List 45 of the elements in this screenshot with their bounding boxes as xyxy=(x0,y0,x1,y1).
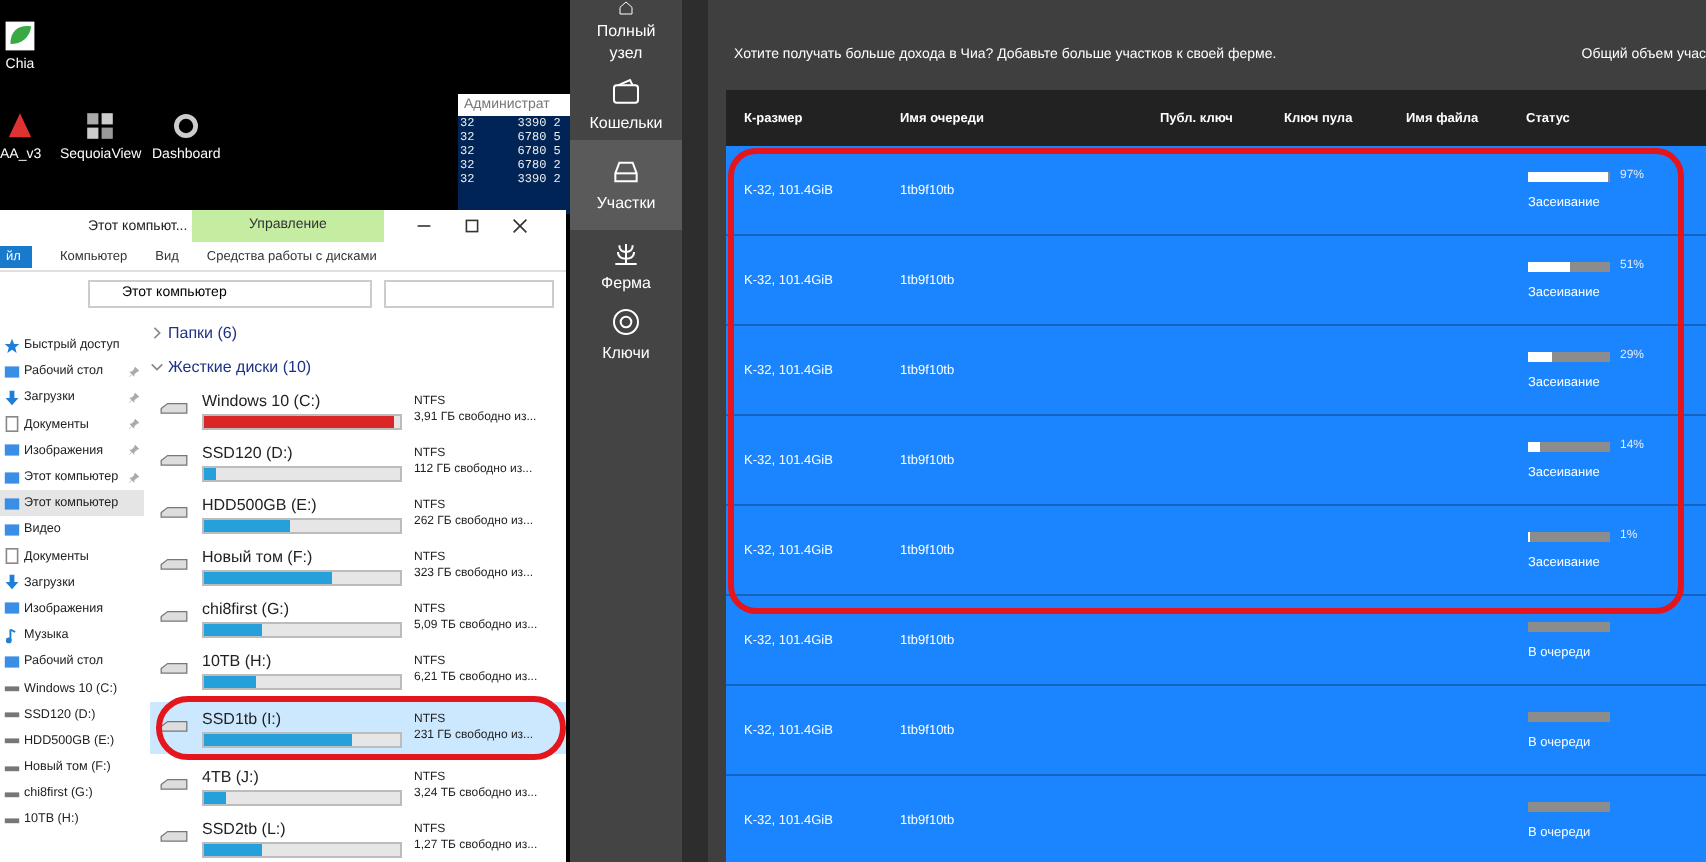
gear-icon[interactable] xyxy=(170,110,203,142)
maximize-icon[interactable] xyxy=(464,218,480,234)
pin-icon[interactable] xyxy=(128,365,140,378)
sidebar-item[interactable]: Ферма xyxy=(570,230,682,300)
download-icon xyxy=(4,389,20,406)
sidebar-item[interactable]: Ключи xyxy=(570,300,682,370)
lifebuoy-icon xyxy=(610,306,642,338)
progress-bar xyxy=(1528,171,1610,181)
star-icon xyxy=(4,337,20,354)
pin-icon[interactable] xyxy=(128,391,140,404)
wallet-icon xyxy=(610,76,642,108)
sidebar-item[interactable]: Участки xyxy=(570,140,682,230)
drive-icon xyxy=(158,776,190,796)
folder-icon xyxy=(4,653,20,670)
drive-icon xyxy=(158,718,190,738)
progress-bar xyxy=(1528,441,1610,451)
close-icon[interactable] xyxy=(512,218,528,234)
app-icon[interactable] xyxy=(4,110,37,142)
sidebar-item[interactable]: Полный узел xyxy=(570,0,682,70)
chevron-icon[interactable] xyxy=(150,326,164,340)
drive-icon xyxy=(158,660,190,680)
progress-bar xyxy=(1528,261,1610,271)
drive-icon xyxy=(158,556,190,576)
search-field[interactable] xyxy=(384,280,554,308)
drive-icon xyxy=(158,504,190,524)
chevron-icon[interactable] xyxy=(150,360,164,374)
folder-icon xyxy=(4,363,20,380)
grid-icon[interactable] xyxy=(84,110,117,142)
hard-drive-icon xyxy=(610,156,642,188)
download-icon xyxy=(4,574,20,591)
pin-icon[interactable] xyxy=(128,471,140,484)
drive-icon xyxy=(158,608,190,628)
drive-icon xyxy=(158,400,190,420)
pin-icon[interactable] xyxy=(128,418,140,431)
pin-icon[interactable] xyxy=(128,444,140,457)
leaf-icon[interactable] xyxy=(4,20,36,52)
drive-icon xyxy=(158,828,190,848)
sidebar-item[interactable]: Кошельки xyxy=(570,70,682,140)
group-header[interactable]: Папки (6) xyxy=(168,324,237,342)
music-note-icon xyxy=(4,627,20,644)
progress-bar xyxy=(1528,531,1610,541)
folder-icon xyxy=(4,600,20,617)
group-header[interactable]: Жесткие диски (10) xyxy=(168,358,312,376)
drive-icon xyxy=(158,452,190,472)
progress-bar xyxy=(1528,351,1610,361)
